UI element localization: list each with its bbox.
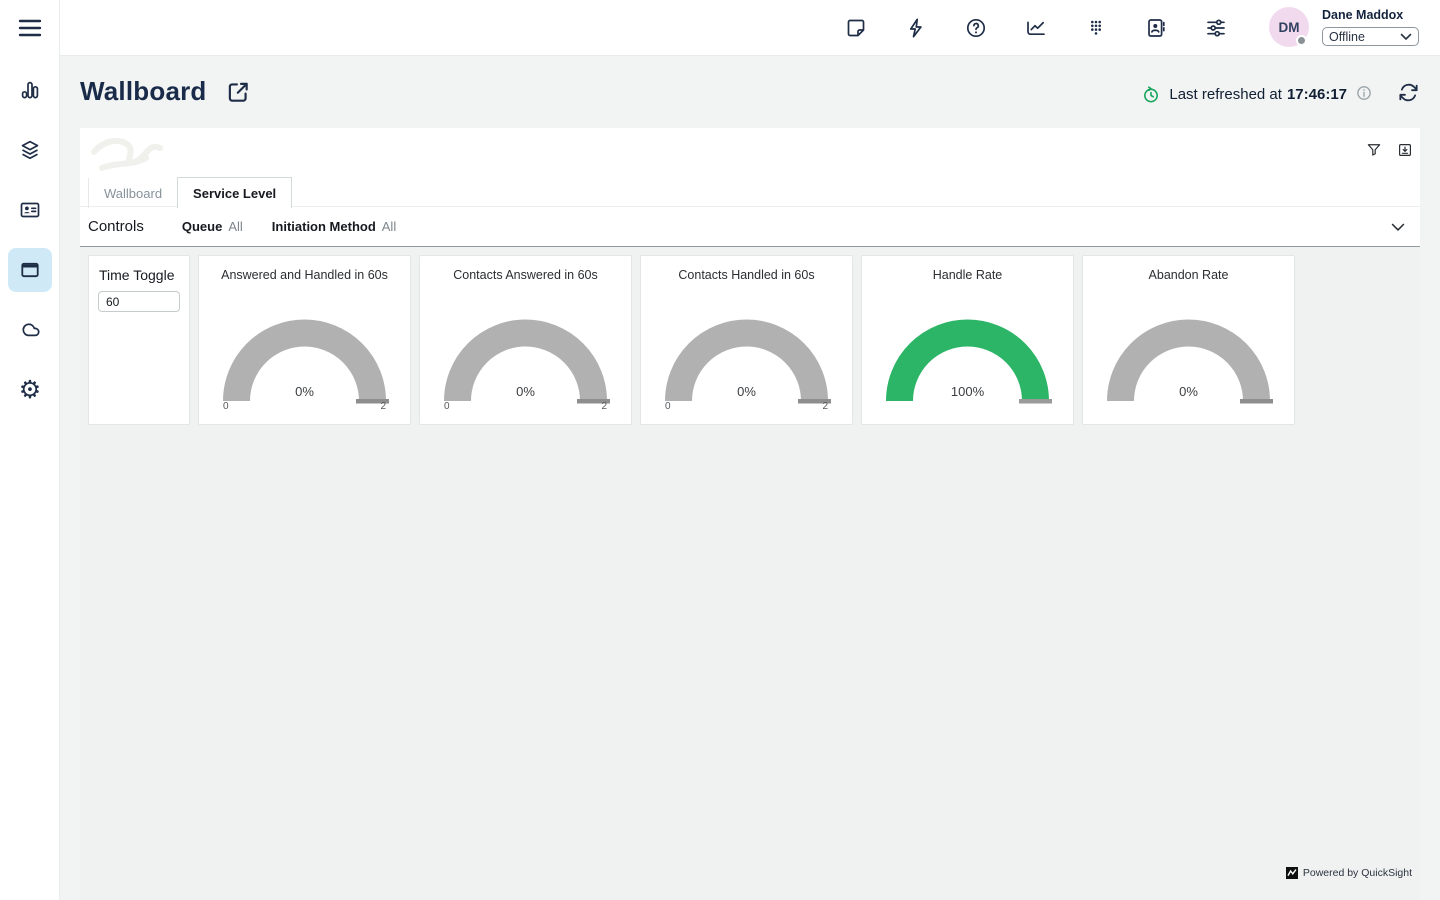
svg-text:0: 0 [223,401,229,412]
hamburger-menu-icon[interactable] [18,17,42,39]
watermark [84,132,234,180]
svg-text:0: 0 [665,401,671,412]
chevron-down-icon [1400,33,1412,41]
lightning-icon[interactable] [904,16,928,40]
svg-text:0%: 0% [295,384,314,399]
powered-by-label: Powered by QuickSight [1303,867,1412,879]
svg-text:2: 2 [380,401,386,412]
refresh-time: 17:46:17 [1287,86,1347,103]
svg-text:0%: 0% [1179,384,1198,399]
topbar-icons [844,16,1228,40]
info-icon[interactable] [1355,84,1373,106]
sheet-tabs: Wallboard Service Level [88,177,292,208]
filter-queue[interactable]: Queue All [182,219,243,234]
contact-book-icon[interactable] [1144,16,1168,40]
gauge-card: Contacts Handled in 60s0%02 [640,255,853,425]
svg-text:100%: 100% [951,384,985,399]
refresh-label: Last refreshed at [1169,86,1282,103]
powered-by-quicksight: Powered by QuickSight [1286,867,1412,879]
export-icon[interactable] [1396,141,1414,159]
controls-bar: Controls Queue All Initiation Method All [80,207,1420,247]
gear-icon: ⚙ [19,378,41,402]
filter-name: Queue [182,219,222,234]
sliders-icon[interactable] [1204,16,1228,40]
sidebar-item-settings[interactable]: ⚙ [8,368,52,412]
time-toggle-card: Time Toggle [88,255,190,425]
filter-value: All [382,219,396,234]
svg-text:0%: 0% [516,384,535,399]
dialpad-icon[interactable] [1084,16,1108,40]
time-toggle-input[interactable] [98,291,180,312]
panel-toolbar [1365,141,1414,159]
tab-label: Wallboard [104,186,162,201]
time-toggle-label: Time Toggle [99,267,174,283]
gauge-card: Abandon Rate0% [1082,255,1295,425]
topbar: DM Dane Maddox Offline [60,0,1440,56]
filter-initiation-method[interactable]: Initiation Method All [272,219,396,234]
layers-icon [18,138,42,162]
gauge-card: Handle Rate100% [861,255,1074,425]
main-content: Wallboard Last refreshed at 17:46:17 [60,56,1440,900]
sidebar-item-analytics[interactable] [8,68,52,112]
sidebar: ⚙ [0,0,60,900]
refresh-icon[interactable] [1397,81,1420,108]
filter-icon[interactable] [1365,141,1383,159]
gauge-chart: 0% [1083,256,1294,424]
sidebar-item-cloud[interactable] [8,308,52,352]
tab-service-level[interactable]: Service Level [177,177,292,208]
agent-status-select[interactable]: Offline [1322,27,1419,46]
tab-wallboard[interactable]: Wallboard [88,178,177,208]
dashboard-panel: Wallboard Service Level Controls Queue A… [80,128,1420,247]
wallboard-icon [18,258,42,282]
user-name: Dane Maddox [1322,8,1403,22]
bar-chart-icon [18,78,42,102]
svg-text:2: 2 [822,401,828,412]
cloud-icon [18,318,42,342]
open-in-new-window-icon[interactable] [225,79,251,105]
app-root: ⚙ D [0,0,1440,900]
gauge-chart: 100% [862,256,1073,424]
svg-text:2: 2 [601,401,607,412]
gauge-card: Contacts Answered in 60s0%02 [419,255,632,425]
sidebar-item-layers[interactable] [8,128,52,172]
collapse-controls-chevron-icon[interactable] [1388,217,1408,237]
quicksight-logo-icon [1286,867,1298,879]
contact-card-icon [18,198,42,222]
controls-label: Controls [88,218,144,235]
svg-text:0: 0 [444,401,450,412]
refresh-status: Last refreshed at 17:46:17 [1141,81,1420,108]
filter-name: Initiation Method [272,219,376,234]
line-chart-icon[interactable] [1024,16,1048,40]
sidebar-item-wallboard[interactable] [8,248,52,292]
gauge-target-tick [1019,399,1052,404]
sidebar-item-contacts[interactable] [8,188,52,232]
presence-dot [1296,35,1307,46]
gauge-chart: 0% 0 2 [641,256,852,424]
cards-row: Time Toggle Answered and Handled in 60s0… [88,255,1295,425]
avatar-initials: DM [1279,20,1300,35]
auto-refresh-timer-icon [1141,85,1161,105]
filter-value: All [228,219,242,234]
tab-label: Service Level [193,186,276,201]
gauge-card: Answered and Handled in 60s0%02 [198,255,411,425]
help-icon[interactable] [964,16,988,40]
sidebar-nav: ⚙ [8,68,52,412]
page-title: Wallboard [80,76,207,107]
gauge-target-tick [1240,399,1273,404]
gauge-chart: 0% 0 2 [199,256,410,424]
gauge-chart: 0% 0 2 [420,256,631,424]
agent-status-value: Offline [1329,30,1365,44]
note-icon[interactable] [844,16,868,40]
svg-text:0%: 0% [737,384,756,399]
dashboard-sheet: Time Toggle Answered and Handled in 60s0… [80,247,1420,900]
